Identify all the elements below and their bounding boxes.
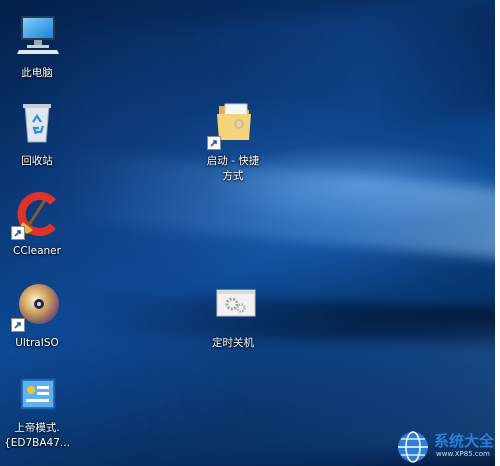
gears-window-icon: [205, 282, 261, 330]
desktop-icon-this-pc[interactable]: 此电脑: [0, 12, 74, 81]
recycle-bin-icon: [13, 100, 61, 148]
folder-icon: [207, 100, 257, 150]
computer-icon: [13, 12, 61, 60]
wallpaper-shadow-ray: [59, 291, 495, 349]
wallpaper-light-ray: [56, 150, 495, 262]
desktop-icon-scheduled-shutdown[interactable]: 定时关机: [196, 282, 270, 351]
globe-logo-icon: [396, 430, 430, 464]
shortcut-arrow-icon: [207, 136, 221, 150]
ultraiso-icon: [11, 282, 61, 332]
shortcut-arrow-icon: [11, 226, 25, 240]
desktop-icon-label: 启动 - 快捷 方式: [206, 155, 260, 182]
desktop-icon-label: 回收站: [21, 155, 53, 167]
god-mode-icon: [13, 375, 61, 415]
ccleaner-icon: [11, 190, 61, 240]
desktop-icon-label: UltraISO: [15, 337, 59, 349]
watermark-text: 系统大全: [434, 432, 495, 450]
desktop-icon-ultraiso[interactable]: UltraISO: [0, 282, 74, 351]
desktop-icon-label: 此电脑: [21, 67, 53, 79]
desktop-icon-label: 定时关机: [212, 337, 254, 349]
image-border: [495, 0, 500, 466]
site-watermark: 系统大全 www.XP85.com: [396, 428, 495, 466]
desktop-icon-ccleaner[interactable]: CCleaner: [0, 190, 74, 259]
desktop-icon-label: CCleaner: [13, 245, 61, 257]
desktop-icon-recycle-bin[interactable]: 回收站: [0, 100, 74, 169]
watermark-url: www.XP85.com: [436, 450, 490, 458]
desktop-icon-label: 上帝模式. {ED7BA47...: [4, 422, 70, 449]
desktop-background: 此电脑 回收站 CCleaner UltraISO 上帝模式. {ED7BA47…: [0, 0, 495, 466]
shortcut-arrow-icon: [11, 318, 25, 332]
desktop-icon-startup-shortcut[interactable]: 启动 - 快捷 方式: [196, 100, 270, 184]
desktop-icon-god-mode[interactable]: 上帝模式. {ED7BA47...: [0, 375, 74, 451]
